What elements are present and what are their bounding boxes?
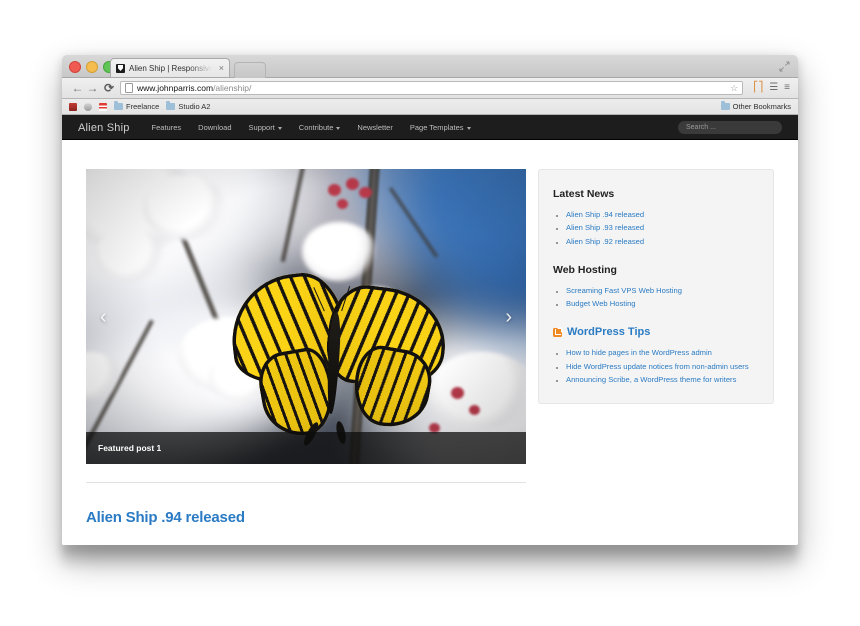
close-icon[interactable]: × (217, 63, 224, 73)
main-column: ‹ › Featured post 1 Alien Ship .94 relea… (86, 169, 526, 526)
nav-label: Page Templates (409, 123, 464, 132)
other-bookmarks-label: Other Bookmarks (732, 102, 791, 111)
browser-window: Alien Ship | Responsive W × ← → ⟳ www.jo… (62, 55, 798, 545)
widget-web-hosting: Web Hosting Screaming Fast VPS Web Hosti… (553, 264, 759, 311)
search-placeholder: Search ... (686, 124, 716, 131)
featured-slider[interactable]: ‹ › Featured post 1 (86, 169, 526, 464)
site-favicon-globe-icon (84, 102, 92, 111)
forward-button[interactable]: → (85, 82, 100, 94)
nav-item-features[interactable]: Features (152, 123, 182, 132)
site-navbar: Alien Ship Features Download Support Con… (62, 115, 798, 140)
list-item[interactable]: Announcing Scribe, a WordPress theme for… (566, 374, 759, 386)
list-item-link: Hide WordPress update notices from non-a… (566, 361, 749, 371)
sidebar: Latest News Alien Ship .94 released Alie… (538, 169, 774, 526)
widget-wordpress-tips: WordPress Tips How to hide pages in the … (553, 326, 759, 386)
window-drop-shadow (62, 545, 798, 569)
minimize-window-button[interactable] (86, 61, 98, 73)
folder-icon (114, 101, 123, 110)
list-item[interactable]: Alien Ship .93 released (566, 222, 759, 234)
nav-item-download[interactable]: Download (198, 123, 231, 132)
widget-list: Screaming Fast VPS Web Hosting Budget We… (553, 285, 759, 311)
window-controls (69, 61, 115, 73)
slider-prev-arrow-icon[interactable]: ‹ (100, 307, 107, 327)
browser-menu-icon[interactable]: ≡ (784, 83, 790, 93)
address-bar[interactable]: www.johnparris.com/alienship/ ☆ (120, 81, 744, 95)
nav-label: Support (248, 123, 275, 132)
list-item-link: Alien Ship .93 released (566, 223, 645, 233)
extension-layers-icon[interactable]: ☰ (769, 83, 778, 93)
bookmark-star-icon[interactable]: ☆ (730, 83, 738, 93)
post-title[interactable]: Alien Ship .94 released (86, 509, 526, 526)
sidebar-widget-box: Latest News Alien Ship .94 released Alie… (538, 169, 774, 405)
bookmark-item[interactable] (69, 102, 77, 111)
nav-item-newsletter[interactable]: Newsletter (357, 123, 392, 132)
reload-button[interactable]: ⟳ (100, 81, 118, 95)
nav-label: Contribute (298, 123, 334, 132)
widget-title: Latest News (553, 188, 615, 200)
bookmark-folder-freelance[interactable]: Freelance (114, 101, 160, 111)
nav-item-contribute[interactable]: Contribute (299, 123, 341, 132)
slider-caption: Featured post 1 (86, 432, 526, 464)
list-item-link: Announcing Scribe, a WordPress theme for… (566, 375, 737, 385)
chevron-down-icon (466, 126, 471, 130)
chevron-down-icon (277, 126, 282, 130)
widget-title-row: WordPress Tips (553, 326, 759, 338)
slider-caption-text: Featured post 1 (98, 443, 162, 453)
list-item[interactable]: Hide WordPress update notices from non-a… (566, 361, 759, 373)
list-item-link: Alien Ship .92 released (566, 236, 645, 246)
widget-title: WordPress Tips (567, 326, 651, 339)
site-search-input[interactable]: Search ... (678, 121, 782, 134)
site-favicon-red-icon (69, 102, 77, 111)
fullscreen-icon[interactable] (779, 61, 790, 72)
bookmarks-bar: Freelance Studio A2 Other Bookmarks (62, 99, 798, 115)
url-host: www.johnparris.com (137, 82, 214, 93)
nav-item-page-templates[interactable]: Page Templates (410, 123, 471, 132)
new-tab-button[interactable] (234, 62, 266, 78)
list-item[interactable]: Alien Ship .94 released (566, 209, 759, 221)
url-path: /alienship/ (213, 82, 252, 93)
list-item-link: Screaming Fast VPS Web Hosting (566, 285, 682, 295)
other-bookmarks-button[interactable]: Other Bookmarks (720, 101, 791, 111)
alien-ship-favicon (116, 63, 125, 73)
browser-tab-strip: Alien Ship | Responsive W × (62, 55, 798, 78)
widget-list: Alien Ship .94 released Alien Ship .93 r… (553, 209, 759, 248)
list-item-link: Alien Ship .94 released (566, 210, 645, 219)
browser-tab[interactable]: Alien Ship | Responsive W × (110, 58, 230, 77)
back-button[interactable]: ← (70, 82, 85, 94)
bookmark-item[interactable] (84, 102, 92, 111)
rss-icon (553, 327, 562, 337)
tab-title: Alien Ship | Responsive W (129, 63, 212, 73)
nav-item-support[interactable]: Support (249, 123, 282, 132)
page-info-icon[interactable] (125, 83, 133, 93)
bookmark-label: Freelance (126, 102, 160, 111)
site-brand[interactable]: Alien Ship (78, 122, 130, 134)
bookmark-item[interactable] (99, 102, 107, 111)
list-item[interactable]: Budget Web Hosting (566, 298, 759, 310)
close-window-button[interactable] (69, 61, 81, 73)
widget-list: How to hide pages in the WordPress admin… (553, 347, 759, 386)
slider-photo (86, 169, 526, 464)
chevron-down-icon (336, 126, 341, 130)
slider-next-arrow-icon[interactable]: › (505, 307, 512, 327)
browser-toolbar: ← → ⟳ www.johnparris.com/alienship/ ☆ ⎡⎤… (62, 78, 798, 99)
list-item[interactable]: How to hide pages in the WordPress admin (566, 347, 759, 359)
page-content: ‹ › Featured post 1 Alien Ship .94 relea… (62, 140, 798, 526)
bookmark-label: Studio A2 (178, 102, 211, 111)
content-divider (86, 482, 526, 483)
folder-icon (166, 101, 176, 110)
bookmark-folder-studio-a2[interactable]: Studio A2 (166, 101, 211, 111)
widget-title: Web Hosting (553, 263, 617, 276)
list-item-link: How to hide pages in the WordPress admin (566, 348, 712, 358)
folder-icon (720, 101, 730, 110)
address-bar-url: www.johnparris.com/alienship/ (137, 84, 251, 93)
site-favicon-striped-icon (99, 102, 107, 111)
photo-vignette (86, 169, 526, 464)
list-item[interactable]: Alien Ship .92 released (566, 236, 759, 248)
list-item-link: Budget Web Hosting (566, 299, 636, 309)
page-viewport: Alien Ship Features Download Support Con… (62, 115, 798, 545)
pocket-icon[interactable]: ⎡⎤ (753, 83, 763, 93)
widget-latest-news: Latest News Alien Ship .94 released Alie… (553, 188, 759, 248)
list-item[interactable]: Screaming Fast VPS Web Hosting (566, 285, 759, 297)
